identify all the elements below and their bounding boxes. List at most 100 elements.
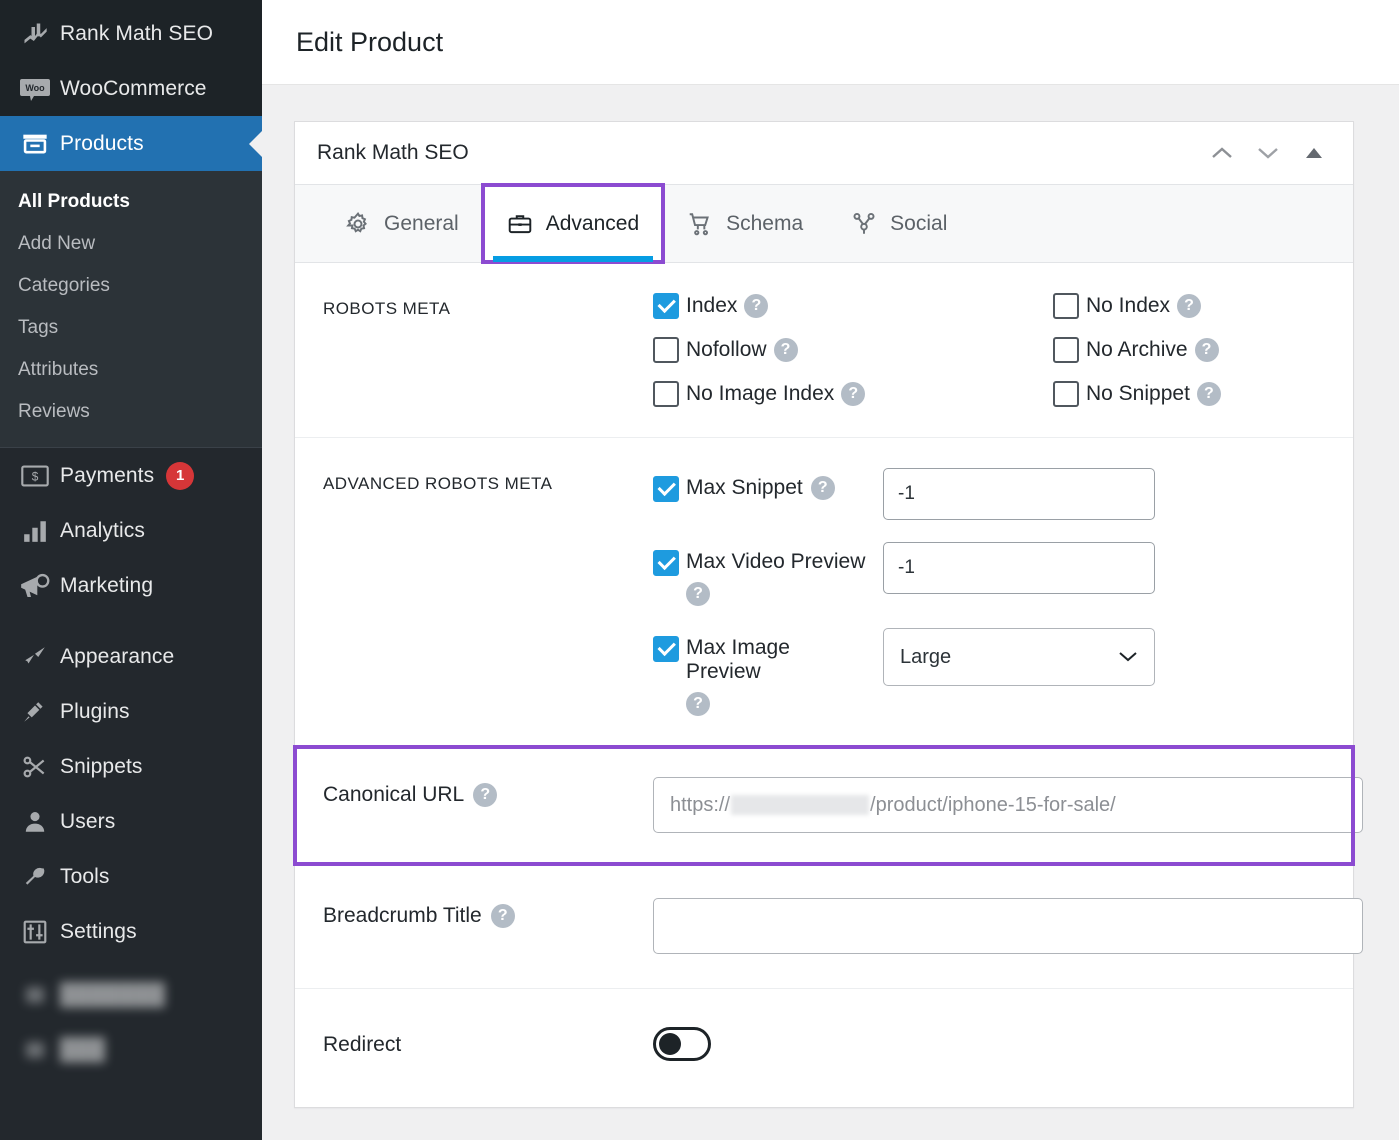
content-area: Rank Math SEO General Advanced Schema So… xyxy=(262,85,1399,1108)
checkbox-label: Max Snippet xyxy=(686,476,803,499)
canonical-url-input[interactable]: https:// /product/iphone-15-for-sale/ xyxy=(653,777,1363,833)
help-icon[interactable]: ? xyxy=(1196,382,1221,406)
tab-advanced[interactable]: Advanced xyxy=(480,183,666,264)
checkbox-box[interactable] xyxy=(653,636,679,662)
woocommerce-icon: Woo xyxy=(14,76,56,102)
checkbox-max-video-preview[interactable]: Max Video Preview ? xyxy=(653,542,883,606)
sidebar-item-label: ███ xyxy=(60,1037,105,1061)
sidebar-subitem-label: All Products xyxy=(18,191,130,212)
checkbox-box[interactable] xyxy=(653,476,679,502)
move-down-button[interactable] xyxy=(1255,140,1281,166)
max-snippet-line: Max Snippet ? -1 xyxy=(653,468,1329,520)
page-header: Edit Product xyxy=(262,0,1399,85)
max-snippet-input[interactable]: -1 xyxy=(883,468,1155,520)
sidebar-subitem-label: Tags xyxy=(18,317,59,338)
sidebar-item-label: Analytics xyxy=(60,518,145,542)
help-icon[interactable]: ? xyxy=(1194,338,1219,362)
products-box-icon xyxy=(14,130,56,158)
help-icon[interactable]: ? xyxy=(744,294,769,318)
checkbox-box[interactable] xyxy=(653,293,679,319)
breadcrumb-title-label: Breadcrumb Title ? xyxy=(323,898,653,928)
shopping-cart-icon xyxy=(687,211,713,237)
page-title: Edit Product xyxy=(296,26,444,57)
tab-general[interactable]: General xyxy=(321,185,483,262)
sidebar-subitem-tags[interactable]: Tags xyxy=(0,307,262,349)
sidebar-item-label: Snippets xyxy=(60,754,143,778)
redacted-icon xyxy=(14,983,56,1007)
checkbox-box[interactable] xyxy=(1053,337,1079,363)
sidebar-item-redacted-1[interactable]: ███████ xyxy=(0,967,262,1022)
checkbox-nofollow[interactable]: Nofollow ? xyxy=(653,337,1053,363)
help-icon[interactable]: ? xyxy=(686,582,710,606)
help-icon[interactable]: ? xyxy=(1177,294,1202,318)
sidebar-item-settings[interactable]: Settings xyxy=(0,904,262,959)
collapse-panel-button[interactable] xyxy=(1301,140,1327,166)
canonical-url-placeholder-prefix: https:// xyxy=(670,793,731,816)
tab-social[interactable]: Social xyxy=(827,185,971,262)
help-icon[interactable]: ? xyxy=(473,783,498,807)
sidebar-subitem-add-new[interactable]: Add New xyxy=(0,223,262,265)
checkbox-box[interactable] xyxy=(653,337,679,363)
help-icon[interactable]: ? xyxy=(686,692,710,716)
checkbox-no-snippet[interactable]: No Snippet ? xyxy=(1053,381,1329,407)
tab-label: Advanced xyxy=(545,211,640,235)
sidebar-item-woocommerce[interactable]: Woo WooCommerce xyxy=(0,61,262,116)
sidebar-item-appearance[interactable]: Appearance xyxy=(0,629,262,684)
redirect-label: Redirect xyxy=(323,1033,402,1056)
chevron-down-icon xyxy=(1118,646,1138,669)
sidebar-item-analytics[interactable]: Analytics xyxy=(0,503,262,558)
sidebar-subitem-reviews[interactable]: Reviews xyxy=(0,391,262,433)
sidebar-item-users[interactable]: Users xyxy=(0,794,262,849)
breadcrumb-title-input[interactable] xyxy=(653,898,1363,954)
checkbox-max-snippet[interactable]: Max Snippet ? xyxy=(653,468,883,502)
max-image-preview-select[interactable]: Large xyxy=(883,628,1155,686)
checkbox-label: Nofollow xyxy=(686,338,767,361)
redirect-toggle-wrap xyxy=(653,1027,1329,1061)
help-icon[interactable]: ? xyxy=(490,904,515,928)
checkbox-no-archive[interactable]: No Archive ? xyxy=(1053,337,1329,363)
help-icon[interactable]: ? xyxy=(841,382,866,406)
sidebar-item-plugins[interactable]: Plugins xyxy=(0,684,262,739)
checkbox-index[interactable]: Index ? xyxy=(653,293,1053,319)
move-up-button[interactable] xyxy=(1209,140,1235,166)
checkbox-box[interactable] xyxy=(1053,381,1079,407)
sidebar-item-label: Settings xyxy=(60,919,137,943)
admin-page: Rank Math SEO Woo WooCommerce Products A… xyxy=(0,0,1399,1140)
sidebar-item-label: Marketing xyxy=(60,573,154,597)
redirect-toggle[interactable] xyxy=(653,1027,711,1061)
sidebar-item-tools[interactable]: Tools xyxy=(0,849,262,904)
checkbox-label: Index xyxy=(686,294,738,317)
sidebar-item-products[interactable]: Products xyxy=(0,116,262,171)
checkbox-no-index[interactable]: No Index ? xyxy=(1053,293,1329,319)
max-video-preview-input[interactable]: -1 xyxy=(883,542,1155,594)
sidebar-item-payments[interactable]: $ Payments 1 xyxy=(0,448,262,503)
svg-text:Woo: Woo xyxy=(25,83,45,93)
canonical-url-row: Canonical URL ? https:// /product/iphone-… xyxy=(293,745,1363,866)
sidebar-subitem-categories[interactable]: Categories xyxy=(0,265,262,307)
sidebar-item-rank-math-seo[interactable]: Rank Math SEO xyxy=(0,6,262,61)
help-icon[interactable]: ? xyxy=(810,476,835,500)
checkbox-box[interactable] xyxy=(1053,293,1079,319)
canonical-url-label: Canonical URL ? xyxy=(323,777,653,807)
sidebar-item-marketing[interactable]: Marketing xyxy=(0,558,262,613)
gear-icon xyxy=(345,211,371,237)
max-image-preview-value: Large xyxy=(900,645,952,668)
seo-tabs: General Advanced Schema Social xyxy=(295,183,1353,264)
tab-schema[interactable]: Schema xyxy=(663,185,827,262)
user-icon xyxy=(14,809,56,835)
sidebar-subitem-all-products[interactable]: All Products xyxy=(0,181,262,223)
checkbox-box[interactable] xyxy=(653,550,679,576)
sidebar-subitem-attributes[interactable]: Attributes xyxy=(0,349,262,391)
sidebar-item-label: Products xyxy=(60,131,144,155)
sidebar-item-redacted-2[interactable]: ███ xyxy=(0,1022,262,1077)
sidebar-item-snippets[interactable]: Snippets xyxy=(0,739,262,794)
sidebar-group-commerce: $ Payments 1 Analytics Marketing xyxy=(0,448,262,613)
checkbox-box[interactable] xyxy=(653,381,679,407)
breadcrumb-title-label-text: Breadcrumb Title xyxy=(323,904,482,927)
checkbox-max-image-preview[interactable]: Max Image Preview ? xyxy=(653,628,883,716)
checkbox-no-image-index[interactable]: No Image Index ? xyxy=(653,381,1053,407)
help-icon[interactable]: ? xyxy=(773,338,798,362)
share-nodes-icon xyxy=(851,211,877,237)
toggle-knob xyxy=(659,1033,681,1055)
